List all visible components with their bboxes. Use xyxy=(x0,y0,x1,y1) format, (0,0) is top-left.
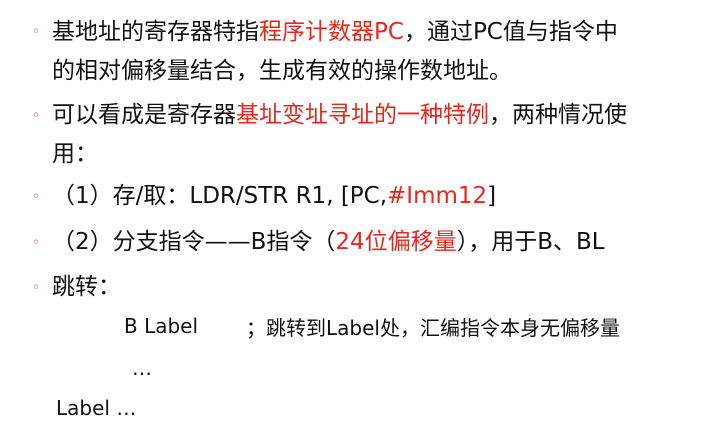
bullet-text-line: 可以看成是寄存器基址变址寻址的一种特例，两种情况使 xyxy=(52,102,627,128)
slide-content: ◦ 基地址的寄存器特指程序计数器PC，通过PC值与指令中 的相对偏移量结合，生成… xyxy=(0,0,723,430)
highlight-text: 基址变址寻址的一种特例 xyxy=(236,102,489,128)
bullet-text-line: 的相对偏移量结合，生成有效的操作数地址。 xyxy=(52,58,512,84)
highlight-text: 程序计数器PC xyxy=(259,19,404,45)
code-label-line: Label … xyxy=(56,396,137,420)
bullet-text-line: 用： xyxy=(52,141,98,167)
bullet-marker: ◦ xyxy=(32,24,41,40)
bullet-text-line: （2）分支指令——B指令（24位偏移量），用于B、BL xyxy=(52,229,605,255)
bullet-marker: ◦ xyxy=(32,235,41,251)
bullet-text-line: 基地址的寄存器特指程序计数器PC，通过PC值与指令中 xyxy=(52,19,618,45)
bullet-text-line: 跳转： xyxy=(52,274,121,300)
bullet-text-line: （1）存/取：LDR/STR R1, [PC,#Imm12] xyxy=(52,183,497,209)
code-instruction: B Label xyxy=(124,314,199,338)
code-comment: ；跳转到Label处，汇编指令本身无偏移量 xyxy=(246,316,620,340)
bullet-marker: ◦ xyxy=(32,280,41,296)
code-ellipsis: … xyxy=(132,356,152,380)
highlight-text: 24位偏移量 xyxy=(335,229,457,255)
highlight-text: #Imm12 xyxy=(387,183,488,209)
bullet-marker: ◦ xyxy=(32,108,41,124)
bullet-marker: ◦ xyxy=(32,189,41,205)
